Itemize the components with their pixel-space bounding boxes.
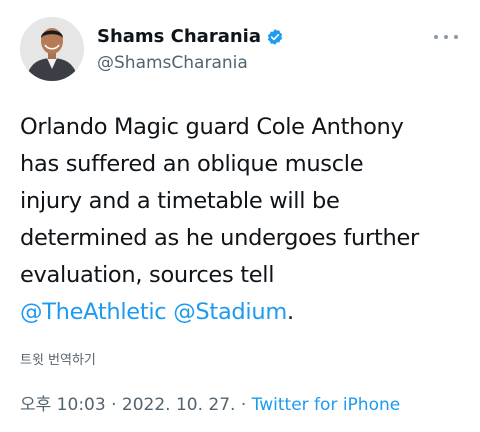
tweet-end-punct: . — [286, 299, 294, 325]
mention-link-stadium[interactable]: @Stadium — [173, 299, 287, 325]
tweet-text-last-line: @TheAthletic @Stadium. — [20, 294, 470, 331]
author-name-text[interactable]: Shams Charania — [97, 26, 261, 48]
translate-tweet-link[interactable]: 트윗 번역하기 — [20, 352, 96, 370]
tweet-text-line: Orlando Magic guard Cole Anthony — [20, 114, 404, 140]
tweet-text-line: determined as he undergoes further — [20, 225, 419, 251]
tweet-source-link[interactable]: Twitter for iPhone — [252, 395, 401, 415]
tweet-card: Shams Charania @ShamsCharania Orlando Ma… — [0, 0, 480, 432]
avatar[interactable] — [20, 17, 84, 81]
meta-separator: · — [105, 395, 122, 415]
author-name[interactable]: Shams Charania — [97, 26, 284, 48]
more-options-icon[interactable] — [434, 32, 458, 42]
tweet-text-line: injury and a timetable will be — [20, 188, 340, 214]
mention-link-theathletic[interactable]: @TheAthletic — [20, 299, 167, 325]
author-handle[interactable]: @ShamsCharania — [97, 52, 248, 74]
tweet-time[interactable]: 오후 10:03 — [20, 395, 106, 415]
tweet-text: Orlando Magic guard Cole Anthony has suf… — [20, 109, 470, 331]
verified-badge-icon — [266, 28, 284, 46]
tweet-text-line: has suffered an oblique muscle — [20, 151, 364, 177]
tweet-date[interactable]: 2022. 10. 27. — [122, 395, 236, 415]
meta-separator: · — [235, 395, 252, 415]
tweet-text-line: evaluation, sources tell — [20, 262, 275, 288]
tweet-meta: 오후 10:03 · 2022. 10. 27. · Twitter for i… — [20, 394, 400, 416]
